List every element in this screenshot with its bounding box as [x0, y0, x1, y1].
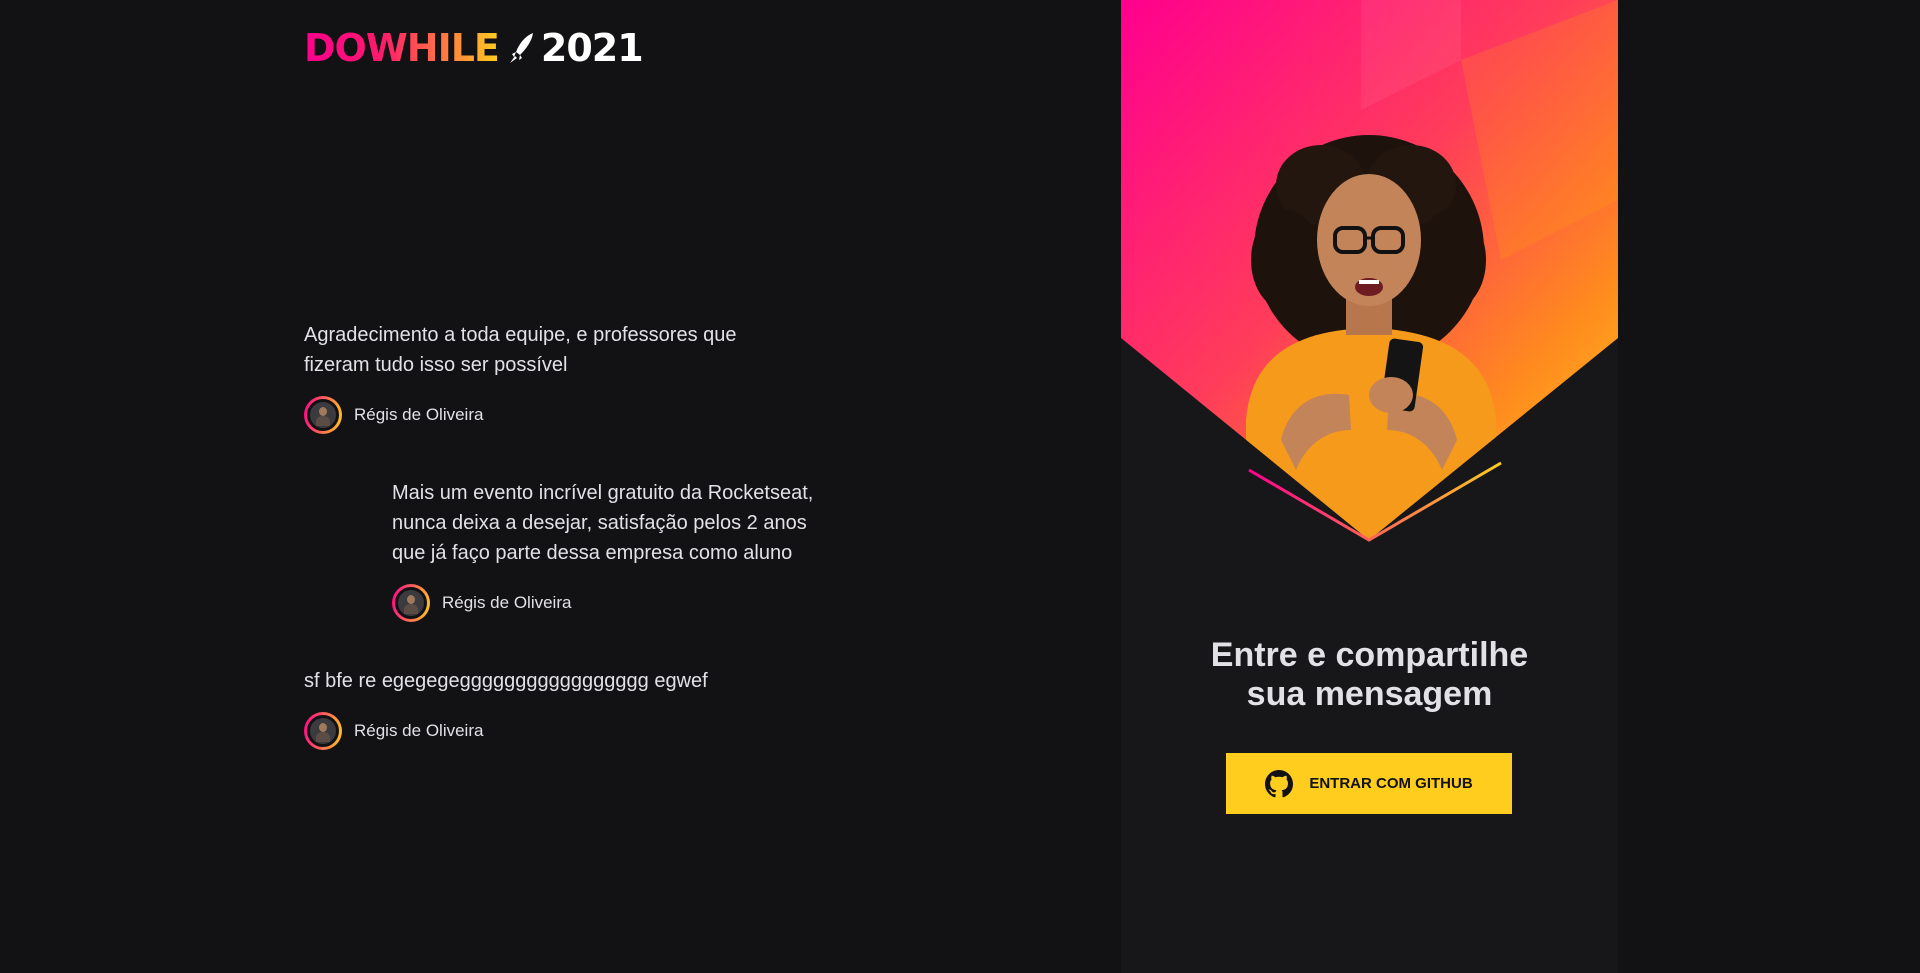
- login-title: Entre e compartilhe sua mensagem: [1121, 636, 1618, 714]
- github-button-label: Entrar com GitHub: [1309, 775, 1473, 792]
- message-content: Agradecimento a toda equipe, e professor…: [304, 324, 737, 376]
- user-name: Régis de Oliveira: [354, 721, 484, 740]
- message-content: Mais um evento incrível gratuito da Rock…: [392, 482, 814, 564]
- avatar: [392, 584, 430, 622]
- login-title-line2: sua mensagem: [1246, 675, 1493, 713]
- page-gutter: [1618, 0, 1920, 973]
- message-user: Régis de Oliveira: [304, 396, 864, 434]
- message-item: Agradecimento a toda equipe, e professor…: [304, 320, 864, 434]
- avatar: [304, 396, 342, 434]
- github-icon: [1265, 769, 1294, 797]
- message-item: Mais um evento incrível gratuito da Rock…: [392, 478, 952, 622]
- avatar-image: [395, 587, 427, 619]
- login-title-line1: Entre e compartilhe: [1210, 636, 1529, 674]
- message-list-section: DOWHILE 2021 Agradecimento a toda equipe…: [0, 0, 1121, 973]
- message-item: sf bfe re egegegeggggggggggggggggg egwef…: [304, 666, 864, 750]
- hero-banner-image: [1121, 0, 1618, 542]
- message-content: sf bfe re egegegeggggggggggggggggg egwef: [304, 670, 708, 692]
- message-user: Régis de Oliveira: [304, 712, 864, 750]
- sign-in-github-button[interactable]: Entrar com GitHub: [1226, 753, 1512, 814]
- message-list: Agradecimento a toda equipe, e professor…: [304, 0, 904, 973]
- user-name: Régis de Oliveira: [442, 593, 572, 612]
- avatar-image: [307, 715, 339, 747]
- user-name: Régis de Oliveira: [354, 405, 484, 424]
- message-user: Régis de Oliveira: [392, 584, 952, 622]
- avatar: [304, 712, 342, 750]
- app-root: DOWHILE 2021 Agradecimento a toda equipe…: [0, 0, 1920, 973]
- avatar-image: [307, 399, 339, 431]
- login-panel: Entre e compartilhe sua mensagem Entrar …: [1121, 0, 1618, 973]
